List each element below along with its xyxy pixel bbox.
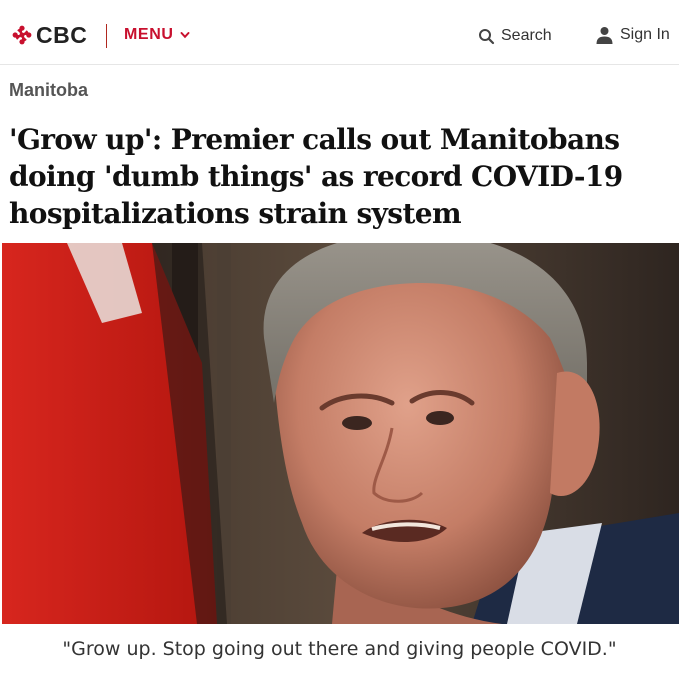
premier-portrait-image [2,243,679,624]
search-button[interactable]: Search [478,27,552,45]
cbc-gem-icon [12,25,32,45]
chevron-down-icon [180,32,190,39]
menu-label: MENU [124,26,174,43]
menu-button[interactable]: MENU [124,26,190,44]
search-icon [479,28,495,44]
article-photo [2,243,679,624]
logo-text: CBC [36,21,88,48]
sign-in-label: Sign In [620,26,670,43]
cbc-logo[interactable]: CBC [12,22,87,48]
article-headline: 'Grow up': Premier calls out Manitobans … [9,123,623,230]
photo-caption: "Grow up. Stop going out there and givin… [62,638,617,660]
user-icon [596,27,613,44]
search-label: Search [501,27,552,44]
sign-in-button[interactable]: Sign In [596,26,670,44]
section-link[interactable]: Manitoba [9,80,88,101]
site-header: CBC MENU Search Sign In [0,0,679,65]
header-divider [106,24,107,48]
